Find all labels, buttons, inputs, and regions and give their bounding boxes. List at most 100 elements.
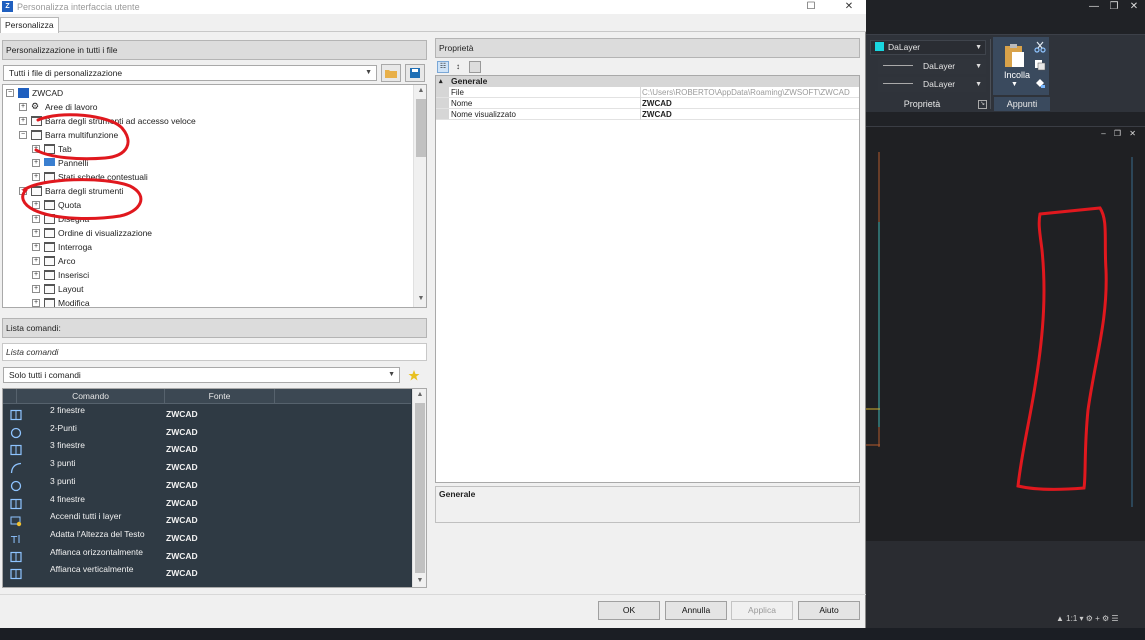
copy-icon[interactable] — [1034, 59, 1046, 71]
tree-item[interactable]: + Pannelli — [3, 156, 408, 170]
new-command-icon[interactable] — [407, 369, 421, 382]
scroll-up-icon[interactable]: ▲ — [413, 389, 426, 401]
sort-alpha-icon[interactable]: ↕ — [452, 61, 464, 73]
column-fonte[interactable]: Fonte — [165, 389, 275, 404]
expand-toggle-icon[interactable]: + — [32, 257, 40, 265]
command-table[interactable]: Comando Fonte 2 finestre ZWCAD 2-Punti ZWCA… — [2, 388, 427, 588]
command-row[interactable]: 2-Punti ZWCAD — [3, 423, 411, 441]
command-row[interactable]: T Adatta l'Altezza del Testo ZWCAD — [3, 529, 411, 547]
expand-toggle-icon[interactable]: − — [19, 187, 27, 195]
tree-item[interactable]: + Disegna — [3, 212, 408, 226]
command-row[interactable]: Accendi tutti i layer ZWCAD — [3, 511, 411, 529]
categorized-icon[interactable]: ☷ — [437, 61, 449, 73]
cad-minimize-button[interactable]: — — [1084, 0, 1104, 14]
tree-item[interactable]: + Layout — [3, 282, 408, 296]
expand-toggle-icon[interactable]: + — [32, 229, 40, 237]
command-search-input[interactable]: Lista comandi — [2, 343, 427, 361]
command-row[interactable]: 3 punti ZWCAD — [3, 476, 411, 494]
tab-personalizza[interactable]: Personalizza — [0, 17, 59, 33]
scale-icon[interactable]: ▲ 1:1 ▾ ⚙ + ⚙ ☰ — [1056, 610, 1119, 628]
properties-grid[interactable]: ▴ Generale File C:\Users\ROBERTO\AppData\… — [435, 75, 860, 483]
property-group-generale[interactable]: ▴ Generale — [436, 76, 859, 87]
tree-item[interactable]: + Arco — [3, 254, 408, 268]
tree-item[interactable]: + Ordine di visualizzazione — [3, 226, 408, 240]
tree-item[interactable]: − Barra multifunzione — [3, 128, 408, 142]
match-properties-icon[interactable] — [1034, 77, 1046, 89]
customization-file-combo[interactable]: Tutti i file di personalizzazione ▼ — [3, 65, 377, 81]
three-viewports-icon — [10, 445, 22, 456]
expand-toggle-icon[interactable]: + — [32, 215, 40, 223]
scroll-up-icon[interactable]: ▲ — [414, 85, 426, 97]
tree-item[interactable]: + Stati schede contestuali — [3, 170, 408, 184]
open-file-button[interactable] — [381, 64, 401, 82]
drawing-viewport[interactable]: – ❐ ✕ — [866, 126, 1145, 541]
layer-color-combo[interactable]: DaLayer ▼ — [870, 40, 986, 55]
scroll-down-icon[interactable]: ▼ — [414, 293, 426, 305]
column-comando[interactable]: Comando — [17, 389, 165, 404]
tree-scrollbar[interactable]: ▲ ▼ — [413, 85, 426, 307]
command-row[interactable]: Affianca orizzontalmente ZWCAD — [3, 547, 411, 565]
expand-toggle-icon[interactable]: − — [6, 89, 14, 97]
toolbar-icon — [44, 284, 55, 294]
command-name: 2-Punti — [50, 422, 77, 433]
command-row[interactable]: 3 finestre ZWCAD — [3, 440, 411, 458]
tree-item[interactable]: + Quota — [3, 198, 408, 212]
expand-toggle-icon[interactable]: + — [32, 173, 40, 181]
expand-toggle-icon[interactable]: + — [32, 243, 40, 251]
cancel-button[interactable]: Annulla — [665, 601, 727, 620]
expand-toggle-icon[interactable]: + — [32, 201, 40, 209]
command-row[interactable]: 2 finestre ZWCAD — [3, 405, 411, 423]
command-filter-combo[interactable]: Solo tutti i comandi ▼ — [3, 367, 400, 383]
command-row[interactable]: 4 finestre ZWCAD — [3, 494, 411, 512]
maximize-button[interactable]: ☐ — [797, 0, 825, 14]
tree-item[interactable]: + Inserisci — [3, 268, 408, 282]
expand-toggle-icon[interactable]: + — [32, 145, 40, 153]
tree-item-label: Barra degli strumenti — [45, 186, 124, 196]
cad-close-button[interactable]: ✕ — [1124, 0, 1144, 14]
expand-toggle-icon[interactable]: + — [19, 103, 27, 111]
expand-toggle-icon[interactable]: + — [32, 285, 40, 293]
expand-toggle-icon[interactable]: − — [19, 131, 27, 139]
expand-toggle-icon[interactable]: + — [32, 299, 40, 307]
ok-button[interactable]: OK — [598, 601, 660, 620]
tree-item[interactable]: + Modifica — [3, 296, 408, 307]
command-table-header: Comando Fonte — [3, 389, 411, 404]
scroll-thumb[interactable] — [416, 99, 426, 157]
tree-item[interactable]: − Barra degli strumenti — [3, 184, 408, 198]
help-button[interactable]: Aiuto — [798, 601, 860, 620]
property-value[interactable]: C:\Users\ROBERTO\AppData\Roaming\ZWSOFT\… — [641, 87, 850, 98]
scroll-thumb[interactable] — [415, 403, 425, 573]
expand-toggle-icon[interactable]: + — [32, 159, 40, 167]
command-name: 3 finestre — [50, 440, 85, 451]
tree-item[interactable]: − ZWCAD — [3, 86, 408, 100]
lineweight-combo[interactable]: DaLayer ▼ — [878, 77, 986, 92]
tree-item[interactable]: + Tab — [3, 142, 408, 156]
four-viewports-icon — [10, 498, 22, 509]
tree-item[interactable]: + Barra degli strumenti ad accesso veloce — [3, 114, 408, 128]
tree-item[interactable]: + ⚙ Aree di lavoro — [3, 100, 408, 114]
expand-toggle-icon[interactable]: + — [19, 117, 27, 125]
collapse-icon[interactable]: ▴ — [439, 76, 443, 87]
tree-item[interactable]: + Interroga — [3, 240, 408, 254]
property-value[interactable]: ZWCAD — [641, 98, 672, 109]
close-button[interactable]: ✕ — [835, 0, 863, 14]
apply-button[interactable]: Applica — [731, 601, 793, 620]
save-file-button[interactable] — [405, 64, 425, 82]
expand-toggle-icon[interactable]: + — [32, 271, 40, 279]
cut-icon[interactable] — [1034, 41, 1046, 53]
property-row[interactable]: Nome ZWCAD — [436, 98, 859, 109]
property-pages-icon[interactable] — [469, 61, 481, 73]
command-row[interactable]: 3 punti ZWCAD — [3, 458, 411, 476]
property-row[interactable]: Nome visualizzato ZWCAD — [436, 109, 859, 120]
scroll-down-icon[interactable]: ▼ — [413, 575, 426, 587]
toolbar-icon — [44, 270, 55, 280]
tree-item-label: Stati schede contestuali — [58, 172, 148, 182]
command-scrollbar[interactable]: ▲ ▼ — [412, 389, 426, 587]
panel-launcher-icon[interactable]: ↘ — [978, 100, 987, 109]
property-value[interactable]: ZWCAD — [641, 109, 672, 120]
cad-restore-button[interactable]: ❐ — [1104, 0, 1124, 14]
command-row[interactable]: Affianca verticalmente ZWCAD — [3, 564, 411, 582]
customization-tree[interactable]: − ZWCAD + ⚙ Aree di lavoro + Barra degli strum… — [2, 84, 427, 308]
linetype-combo[interactable]: DaLayer ▼ — [878, 59, 986, 74]
property-row[interactable]: File C:\Users\ROBERTO\AppData\Roaming\ZWS… — [436, 87, 859, 98]
